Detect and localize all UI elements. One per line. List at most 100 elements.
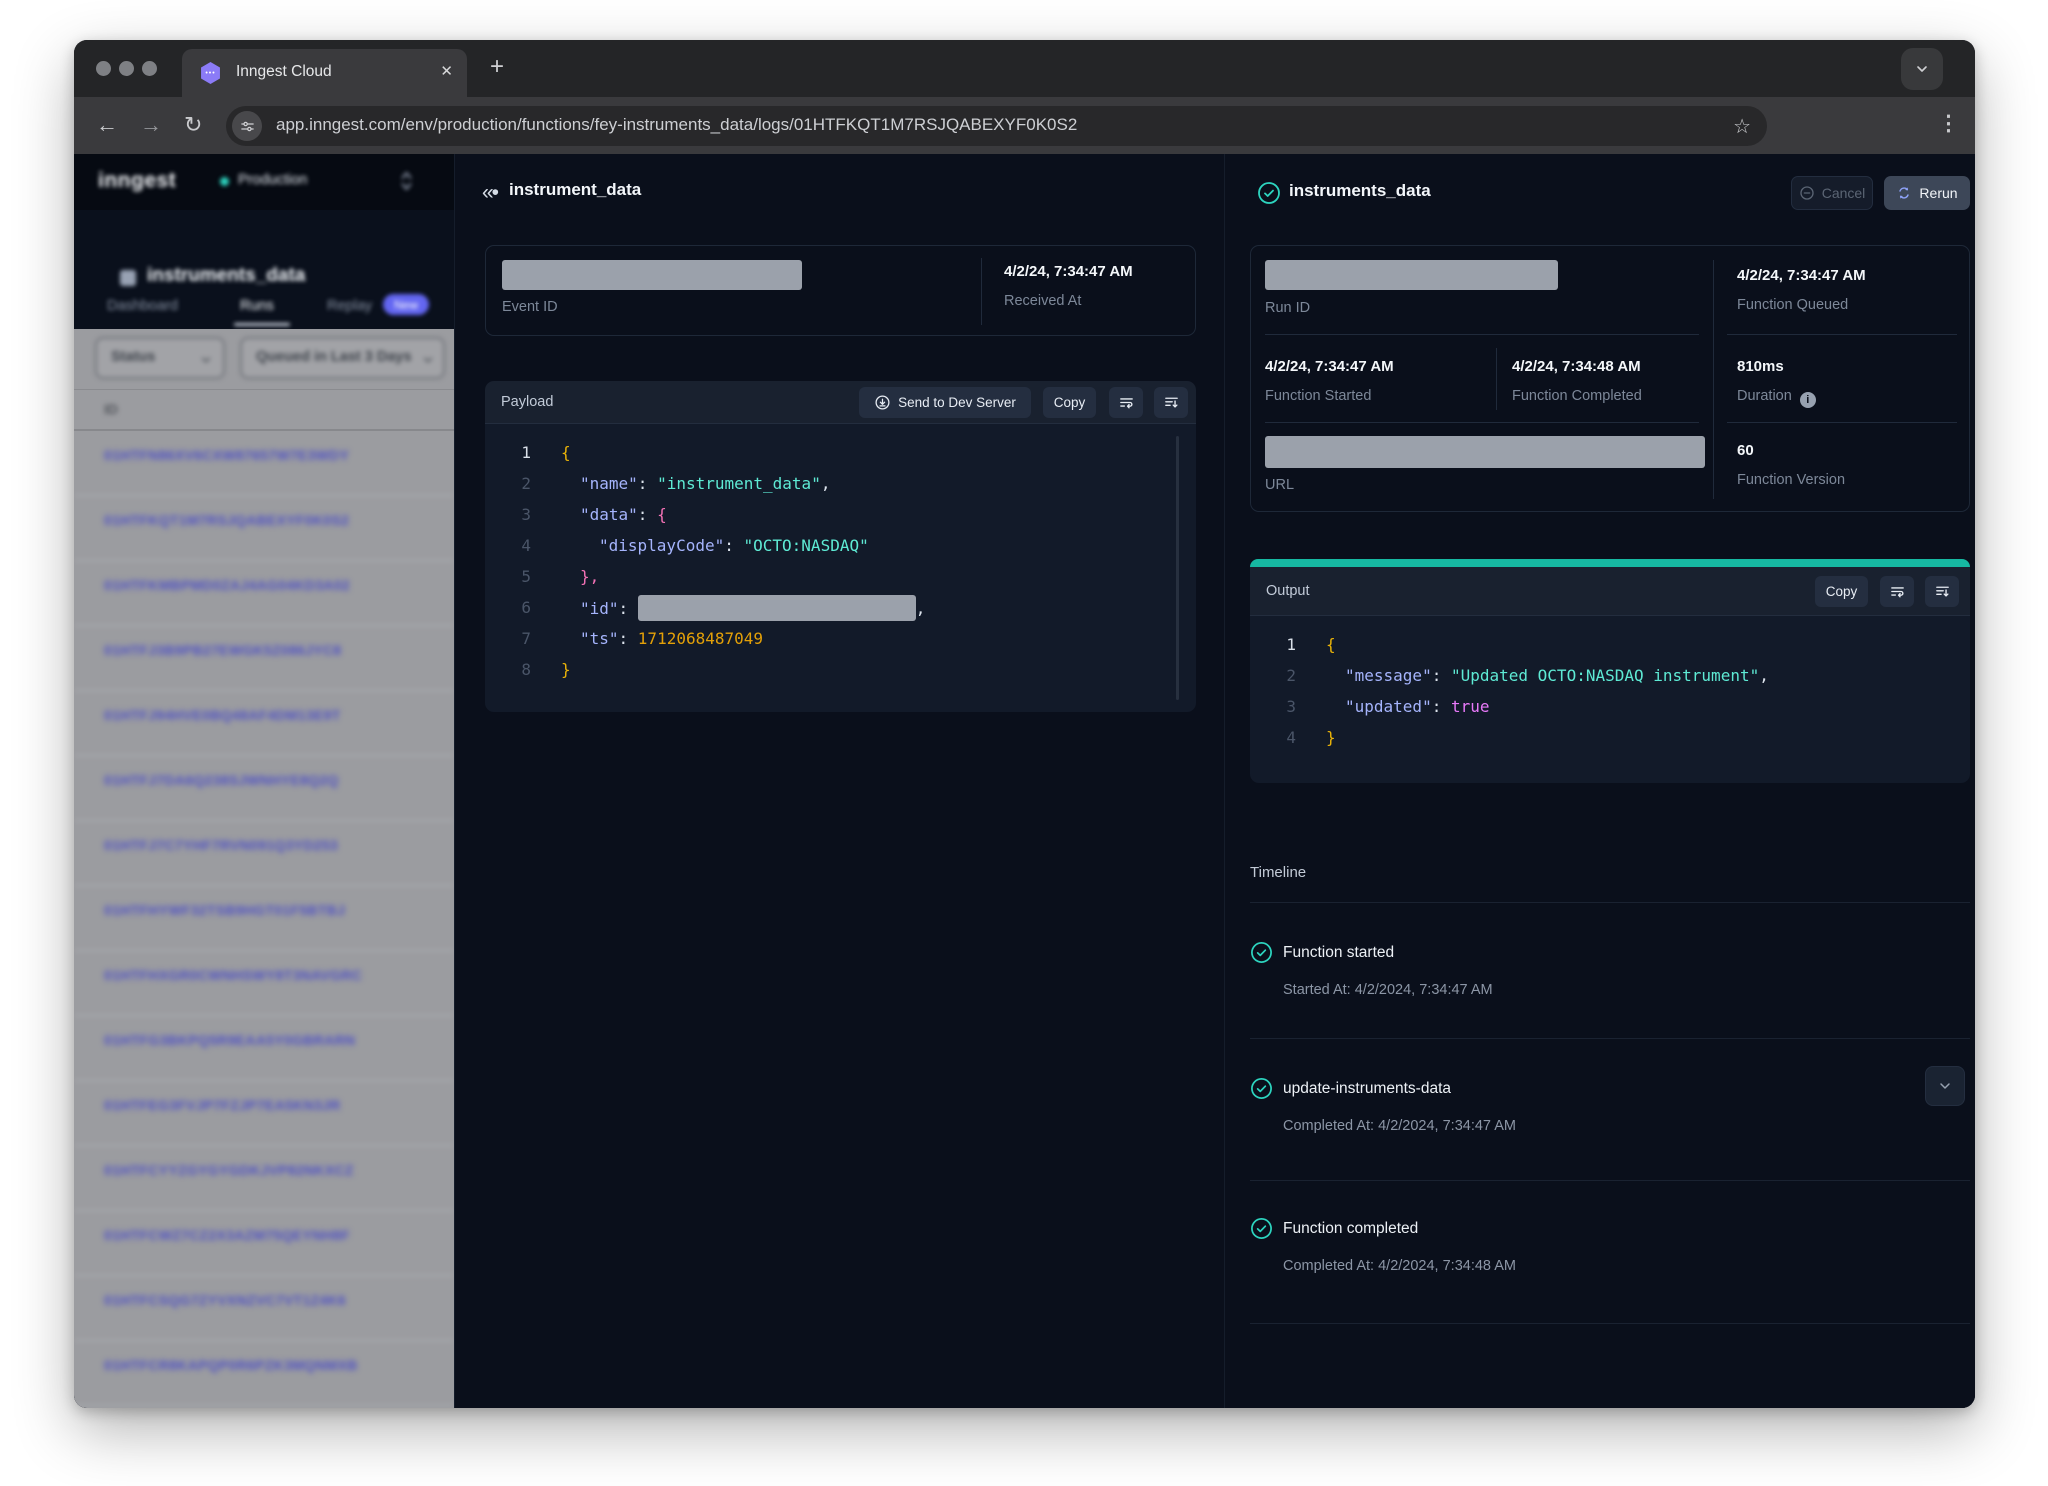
collapse-lines-button[interactable] [1925, 576, 1959, 607]
timeline-divider [1250, 1180, 1970, 1181]
cancel-button[interactable]: Cancel [1791, 176, 1873, 210]
run-id-row[interactable]: 01HTFKMBPMD0ZAJ4AG04KD3A02 [74, 561, 454, 626]
word-wrap-button[interactable] [1109, 387, 1143, 418]
timeline-item-title: update-instruments-data [1283, 1080, 1451, 1098]
word-wrap-button[interactable] [1880, 576, 1914, 607]
timeline-divider [1250, 1323, 1970, 1324]
window-minimize-button[interactable] [119, 61, 134, 76]
send-to-dev-server-button[interactable]: Send to Dev Server [859, 387, 1031, 418]
chevron-updown-icon [400, 170, 413, 192]
event-icon: «• [482, 183, 497, 203]
line-number: 2 [485, 474, 531, 493]
tab-replay[interactable]: Replay [327, 298, 372, 314]
received-at-value: 4/2/24, 7:34:47 AM [1004, 263, 1133, 280]
duration-label: Durationi [1737, 388, 1816, 408]
code-line: "name": "instrument_data", [561, 474, 830, 493]
url-redacted-value [1265, 436, 1705, 468]
new-badge: New [383, 294, 429, 315]
payload-title: Payload [501, 394, 553, 410]
run-id-row[interactable]: 01HTFEG3FVJP7FZJP7EA5KN3JR [74, 1081, 454, 1146]
active-tab-underline [234, 323, 290, 326]
back-button[interactable]: ← [96, 111, 118, 139]
event-meta-card: Event ID 4/2/24, 7:34:47 AM Received At [485, 245, 1196, 336]
reload-button[interactable]: ↻ [184, 111, 202, 139]
run-id-row[interactable]: 01HTFCWZ7CZ2X3AZM75QEYNH8F [74, 1211, 454, 1276]
run-id-row[interactable]: 01HTFG3BKPQ5R9EAA5Y0GBRARN [74, 1016, 454, 1081]
filters-divider [74, 389, 454, 390]
received-at-label: Received At [1004, 293, 1081, 309]
run-panel: instruments_data Cancel Rerun Run ID 4/2… [1224, 154, 1975, 1408]
code-line: "updated": true [1326, 697, 1490, 716]
function-queued-value: 4/2/24, 7:34:47 AM [1737, 267, 1866, 284]
browser-tab[interactable]: ••• Inngest Cloud ✕ [182, 49, 467, 97]
tab-search-button[interactable] [1901, 48, 1943, 90]
address-bar[interactable]: app.inngest.com/env/production/functions… [226, 106, 1767, 146]
timeline-divider [1250, 1038, 1970, 1039]
run-id-row[interactable]: 01HTFCR8KAPQP0R6PZK3MQNMXB [74, 1341, 454, 1406]
timeline-item-subtitle: Completed At: 4/2/2024, 7:34:48 AM [1283, 1258, 1516, 1274]
card-divider [981, 258, 982, 325]
info-icon[interactable]: i [1800, 392, 1816, 408]
function-started-label: Function Started [1265, 388, 1371, 404]
line-number: 2 [1250, 666, 1296, 685]
window-zoom-button[interactable] [142, 61, 157, 76]
run-id-row[interactable]: 01HTFJ7DA6Q238SJWNHYE8Q2Q [74, 756, 454, 821]
date-range-filter[interactable]: Queued in Last 3 Days [240, 337, 445, 379]
timeline-item-title: Function started [1283, 944, 1394, 962]
new-tab-button[interactable]: + [490, 55, 504, 79]
chevron-down-icon [1937, 1078, 1953, 1094]
code-line: } [561, 660, 571, 679]
function-icon [120, 270, 136, 286]
rerun-button[interactable]: Rerun [1884, 176, 1970, 210]
card-divider [1265, 422, 1699, 423]
site-settings-icon[interactable] [232, 111, 262, 141]
browser-menu-button[interactable]: ⋮ [1938, 110, 1959, 138]
tab-close-icon[interactable]: ✕ [440, 62, 453, 80]
sidebar: inngest Production instruments_data Dash… [74, 154, 454, 1408]
run-id-row[interactable]: 01HTFJ94HVE0BQ48AF4DM13E9T [74, 691, 454, 756]
code-line: { [561, 443, 571, 462]
event-title: instrument_data [509, 180, 641, 200]
status-filter[interactable]: Status [95, 337, 225, 379]
environment-selector[interactable]: Production [212, 166, 422, 198]
run-id-row[interactable]: 01HTFKQT1M7RSJQABEXYF0K0S2 [74, 496, 454, 561]
forward-button[interactable]: → [140, 111, 162, 139]
run-id-row[interactable]: 01HTFHXGR0CWNHSWY8T3NAVGRC [74, 951, 454, 1016]
run-id-row[interactable]: 01HTFN86XV6CXW87657W7E3WDY [74, 431, 454, 496]
run-id-row[interactable]: 01HTFHYWF32TSB9HGT01F5BTBJ [74, 886, 454, 951]
run-id-row[interactable]: 01HTFCSQG7ZYVXNZVC7VT1Z4K6 [74, 1276, 454, 1341]
sidebar-top-bar: inngest Production [74, 154, 454, 210]
code-line: { [1326, 635, 1336, 654]
run-id-row[interactable]: 01HTFJ3B9PB27EWGK5Z086JYC8 [74, 626, 454, 691]
window-close-button[interactable] [96, 61, 111, 76]
tab-runs[interactable]: Runs [240, 298, 274, 314]
chevron-down-icon [1914, 61, 1930, 77]
run-id-row[interactable]: 01HTFCYYZGYGYGDKJVP82NKXCZ [74, 1146, 454, 1211]
payload-copy-button[interactable]: Copy [1043, 387, 1096, 418]
payload-code: 1{ 2"name": "instrument_data", 3"data": … [485, 424, 1196, 712]
bookmark-star-icon[interactable]: ☆ [1733, 114, 1751, 139]
card-divider [1265, 334, 1699, 335]
code-scrollbar[interactable] [1176, 436, 1179, 700]
runs-list-panel: Status Queued in Last 3 Days ID 01HTFN86… [74, 329, 454, 1408]
payload-header: Payload Send to Dev Server Copy [485, 381, 1196, 424]
tab-dashboard[interactable]: Dashboard [107, 298, 178, 314]
output-title: Output [1266, 583, 1310, 599]
code-line: }, [561, 567, 599, 586]
timeline-item-subtitle: Started At: 4/2/2024, 7:34:47 AM [1283, 982, 1493, 998]
line-number: 3 [1250, 697, 1296, 716]
run-id-row[interactable]: 01HTFJ7C7YHF7RVN091Q3YD253 [74, 821, 454, 886]
function-completed-label: Function Completed [1512, 388, 1642, 404]
expand-step-button[interactable] [1925, 1066, 1965, 1106]
browser-toolbar: ← → ↻ app.inngest.com/env/production/fun… [74, 97, 1975, 154]
check-circle-icon [1250, 1077, 1273, 1100]
run-details-card: Run ID 4/2/24, 7:34:47 AM Function Queue… [1250, 245, 1970, 512]
chevron-down-icon [199, 353, 213, 367]
inngest-favicon-icon: ••• [200, 62, 221, 84]
success-accent-bar [1250, 559, 1970, 567]
function-version-label: Function Version [1737, 472, 1845, 488]
line-number: 1 [1250, 635, 1296, 654]
output-copy-button[interactable]: Copy [1815, 576, 1868, 607]
collapse-lines-button[interactable] [1154, 387, 1188, 418]
timeline-title: Timeline [1250, 864, 1306, 881]
